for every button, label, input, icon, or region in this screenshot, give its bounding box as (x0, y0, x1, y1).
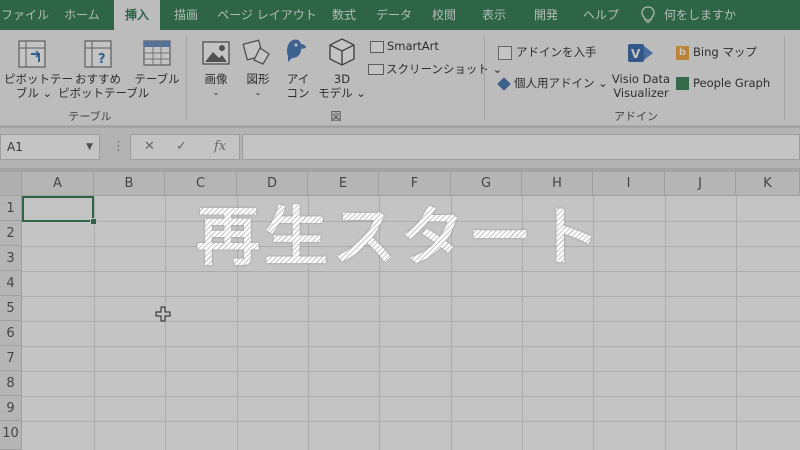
cube-3d-icon (329, 38, 355, 66)
screenshot-button[interactable]: スクリーンショット ⌄ (368, 61, 502, 77)
pivot-table-label-2: ブル ⌄ (15, 86, 53, 100)
tab-home[interactable]: ホーム (56, 0, 108, 30)
row-header[interactable]: 5 (0, 296, 22, 321)
cancel-icon[interactable]: ✕ (144, 134, 155, 160)
icons-label-1: アイ (286, 72, 310, 86)
smartart-label: SmartArt (387, 39, 439, 53)
shapes-button[interactable]: 図形 ⌄ (240, 72, 276, 100)
picture-button[interactable]: 画像 ⌄ (198, 72, 234, 100)
chevron-down-icon[interactable]: ▼ (86, 135, 93, 159)
name-box[interactable]: A1 ▼ (0, 134, 100, 160)
gridline (22, 396, 800, 397)
shapes-icon (242, 39, 270, 65)
my-addins-button[interactable]: 個人用アドイン ⌄ (497, 75, 608, 91)
cell-cursor-icon (155, 306, 171, 322)
ribbon-separator (784, 36, 785, 120)
group-label-illustrations: 図 (330, 110, 342, 123)
recommended-pivot-label-1: おすすめ (75, 72, 121, 86)
row-header[interactable]: 7 (0, 346, 22, 371)
visio-data-visualizer-button[interactable]: Visio Data Visualizer (604, 72, 678, 100)
group-label-addins: アドイン (614, 110, 658, 123)
ribbon-separator (186, 36, 187, 120)
smartart-icon (370, 40, 384, 53)
menu-bar: ファイル ホーム 挿入 描画 ページ レイアウト 数式 データ 校閲 表示 開発… (0, 0, 800, 30)
tab-view[interactable]: 表示 (472, 0, 516, 30)
tab-file[interactable]: ファイル (0, 0, 50, 30)
people-graph-label: People Graph (693, 76, 771, 90)
name-box-value: A1 (7, 140, 23, 154)
tell-me-search[interactable]: 何をしますか (664, 0, 764, 30)
3d-model-label-2: モデル ⌄ (318, 86, 366, 100)
3d-model-label-1: 3D (333, 72, 351, 86)
my-addins-icon (497, 76, 511, 91)
recommended-pivot-label-2: ピボットテーブル (58, 86, 150, 100)
svg-text:V: V (631, 47, 641, 61)
people-graph-icon (676, 77, 689, 90)
svg-text:?: ? (98, 52, 106, 67)
row-header[interactable]: 6 (0, 321, 22, 346)
recommended-pivot-button[interactable]: おすすめ ピボットテーブル (58, 72, 150, 100)
row-header[interactable]: 10 (0, 421, 22, 450)
tab-help[interactable]: ヘルプ (576, 0, 626, 30)
gridline (22, 371, 800, 372)
my-addins-label: 個人用アドイン ⌄ (514, 76, 608, 90)
pivot-table-label-1: ピボットテー (4, 72, 73, 86)
chevron-down-icon: ⌄ (212, 88, 220, 97)
ribbon-separator (484, 36, 485, 120)
screenshot-icon (368, 64, 384, 75)
icons-label-2: コン (286, 86, 310, 100)
get-addins-label: アドインを入手 (516, 45, 597, 59)
enter-check-icon[interactable]: ✓ (176, 134, 187, 160)
tab-developer[interactable]: 開発 (524, 0, 568, 30)
table-button[interactable]: テーブル (134, 72, 180, 86)
formula-input[interactable] (242, 134, 800, 160)
picture-label: 画像 (204, 72, 228, 86)
visio-label-1: Visio Data (611, 72, 671, 86)
bing-icon: b (676, 45, 689, 60)
icons-bird-icon (286, 39, 306, 62)
gridline (22, 421, 800, 422)
tab-insert[interactable]: 挿入 (114, 0, 160, 30)
insert-function-icon[interactable]: fx (214, 134, 226, 160)
group-label-tables: テーブル (68, 110, 112, 123)
get-addins-button[interactable]: アドインを入手 (498, 44, 597, 60)
picture-icon (202, 41, 230, 65)
smartart-button[interactable]: SmartArt (370, 38, 439, 54)
tab-page-layout[interactable]: ページ レイアウト (214, 0, 320, 30)
visio-label-2: Visualizer (613, 86, 669, 100)
tab-draw[interactable]: 描画 (166, 0, 206, 30)
shapes-label: 図形 (246, 72, 270, 86)
icons-button[interactable]: アイ コン (282, 72, 314, 100)
pivot-table-icon (18, 40, 46, 68)
tab-formulas[interactable]: 数式 (322, 0, 366, 30)
row-header[interactable]: 9 (0, 396, 22, 421)
table-icon (143, 40, 171, 66)
gridline (22, 296, 800, 297)
excel-window: ファイル ホーム 挿入 描画 ページ レイアウト 数式 データ 校閲 表示 開発… (0, 0, 800, 450)
gridline (22, 321, 800, 322)
bing-maps-button[interactable]: b Bing マップ (676, 44, 757, 60)
people-graph-button[interactable]: People Graph (676, 75, 770, 91)
row-header[interactable]: 8 (0, 371, 22, 396)
addin-grid-icon (498, 45, 512, 60)
bing-maps-label: Bing マップ (693, 45, 757, 59)
visio-icon: V (628, 44, 653, 62)
playback-start-caption: 再生スタート (0, 188, 800, 288)
vertical-dots-icon[interactable]: ⋮ (112, 134, 125, 160)
recommended-pivot-icon: ? (84, 40, 112, 68)
tab-review[interactable]: 校閲 (422, 0, 466, 30)
3d-model-button[interactable]: 3D モデル ⌄ (316, 72, 368, 100)
chevron-down-icon: ⌄ (254, 88, 262, 97)
pivot-table-button[interactable]: ピボットテー ブル ⌄ (4, 72, 73, 100)
gridline (22, 346, 800, 347)
tab-data[interactable]: データ (372, 0, 416, 30)
lightbulb-icon (641, 6, 655, 23)
